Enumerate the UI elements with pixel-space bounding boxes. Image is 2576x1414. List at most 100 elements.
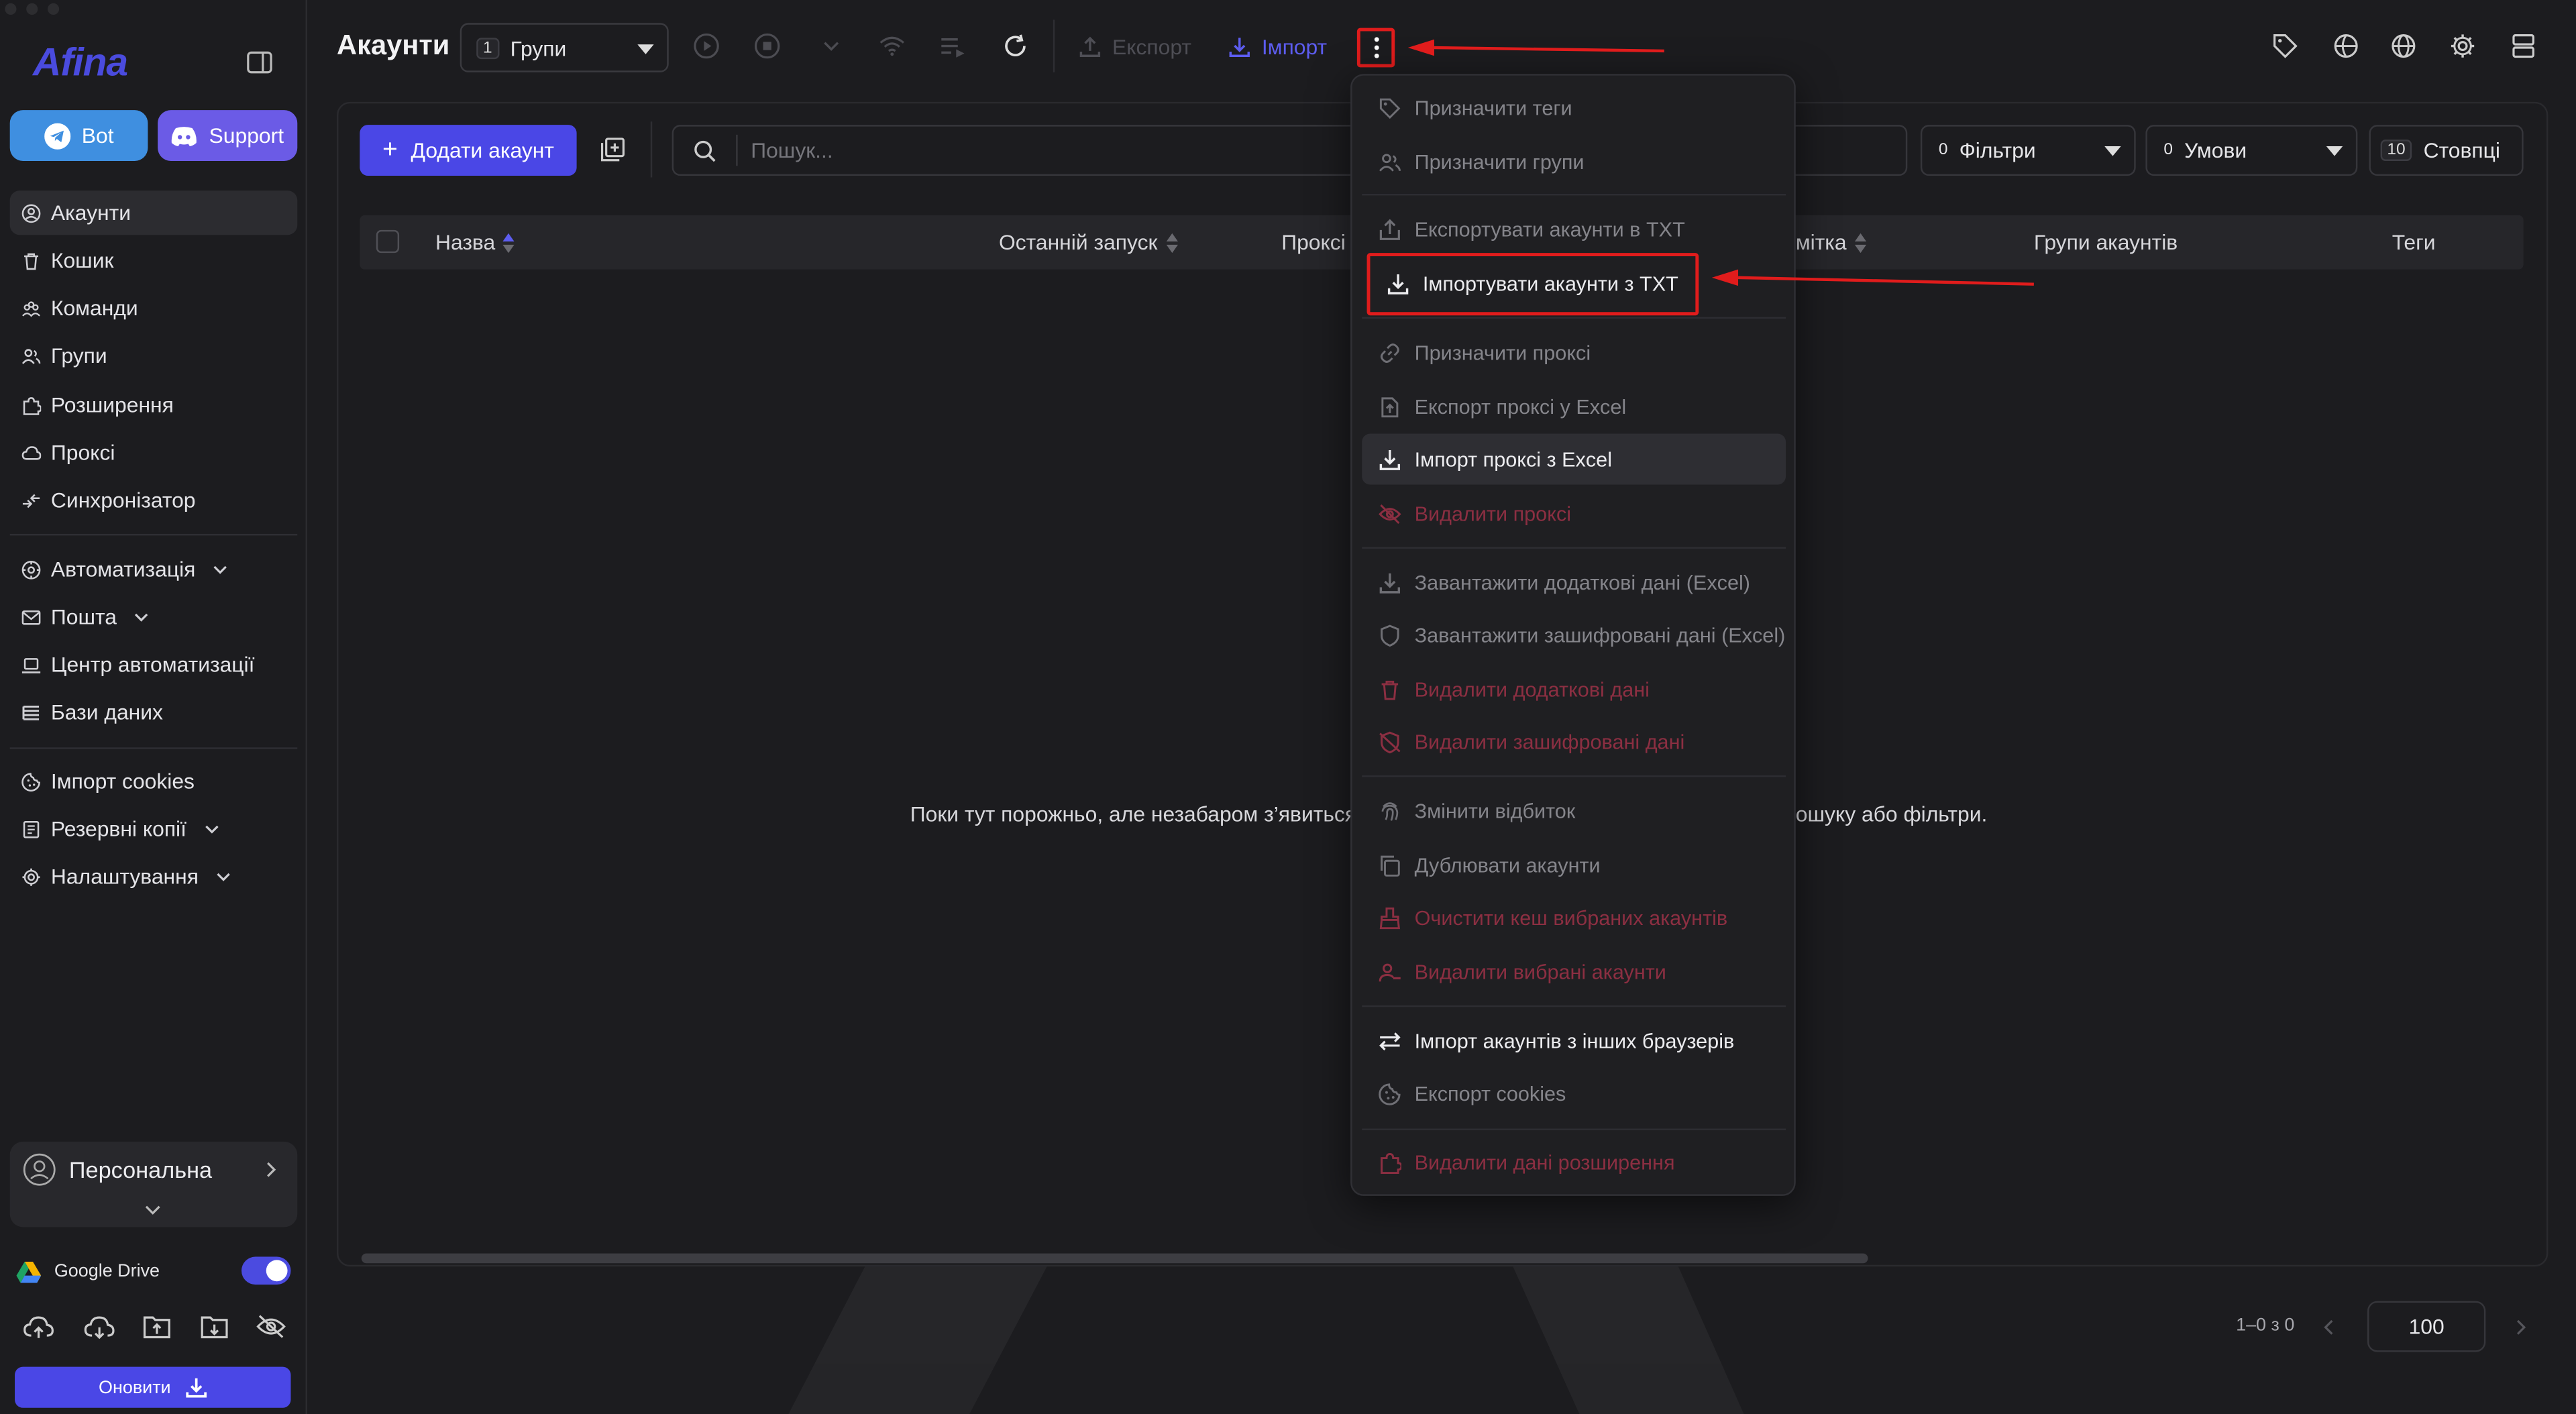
download-icon [1387, 274, 1409, 294]
sidebar-item-nav-3[interactable]: Групи [10, 333, 298, 378]
column-proxy-label: Проксі [1281, 229, 1346, 255]
sidebar-item-nav2-1[interactable]: Пошта [10, 595, 298, 639]
chevron-right-icon[interactable] [264, 1161, 278, 1177]
sidebar-item-nav-0[interactable]: Акаунти [9, 191, 298, 235]
window-controls[interactable] [5, 3, 60, 15]
menu-item-4[interactable]: Призначити проксі [1362, 327, 1786, 378]
column-name[interactable]: Назва [435, 230, 515, 255]
stop-icon[interactable] [754, 33, 780, 59]
update-button[interactable]: Оновити [15, 1366, 291, 1408]
menu-item-18[interactable]: Видалити дані розширення [1362, 1137, 1786, 1188]
import-button[interactable]: Імпорт [1229, 34, 1327, 59]
playlist-icon[interactable] [940, 33, 966, 59]
menu-item-11[interactable]: Видалити зашифровані дані [1362, 716, 1786, 767]
menu-item-17[interactable]: Експорт cookies [1362, 1068, 1786, 1119]
columns-select[interactable]: 10 Стовпці [2369, 125, 2524, 176]
sidebar-item-nav2-3[interactable]: Бази даних [10, 690, 298, 735]
horizontal-scrollbar[interactable] [361, 1253, 1868, 1264]
google-drive-sync: Google Drive [16, 1255, 295, 1288]
globe-icon[interactable] [2390, 33, 2416, 59]
menu-item-12[interactable]: Змінити відбиток [1362, 785, 1786, 836]
menu-item-3[interactable]: Імпортувати акаунти з TXT [1366, 253, 1699, 316]
sidebar-item-nav-5[interactable]: Проксі [10, 431, 298, 475]
google-drive-toggle[interactable] [241, 1256, 291, 1285]
layout-icon[interactable] [2510, 33, 2536, 59]
menu-item-14[interactable]: Очистити кеш вибраних акаунтів [1362, 892, 1786, 943]
more-actions-button[interactable] [1356, 28, 1395, 68]
cloud-upload-icon[interactable] [23, 1314, 54, 1340]
sidebar-item-nav2-0[interactable]: Автоматизація [10, 547, 298, 592]
sync-icon [22, 493, 40, 508]
menu-item-label: Експорт проксі у Excel [1414, 394, 1627, 419]
play-icon[interactable] [693, 33, 719, 59]
wifi-off-icon[interactable] [879, 33, 905, 59]
sort-asc-icon [503, 232, 515, 252]
download-icon [1379, 449, 1401, 470]
sidebar-item-nav-4[interactable]: Розширення [10, 383, 298, 427]
sidebar-item-label: Проксі [50, 440, 115, 466]
download-icon [186, 1378, 207, 1398]
page-size-input[interactable]: 100 [2367, 1301, 2486, 1352]
menu-item-label: Очистити кеш вибраних акаунтів [1414, 906, 1728, 929]
bot-label: Bot [81, 123, 114, 148]
column-proxy[interactable]: Проксі [1281, 230, 1346, 255]
menu-item-label: Завантажити додаткові дані (Excel) [1414, 571, 1750, 594]
folder-download-icon[interactable] [200, 1314, 228, 1339]
add-account-button[interactable]: + Додати акаунт [360, 125, 577, 176]
export-button[interactable]: Експорт [1079, 34, 1191, 59]
bulk-add-icon[interactable] [600, 136, 626, 162]
sidebar-item-nav3-2[interactable]: Налаштування [10, 854, 298, 898]
mail-icon [21, 609, 41, 624]
menu-divider [1362, 1005, 1786, 1008]
filters-select[interactable]: 0 Фільтри [1920, 125, 2136, 176]
column-tags[interactable]: Теги [2392, 230, 2436, 255]
eye-off-icon[interactable] [256, 1314, 286, 1339]
menu-item-label: Видалити дані розширення [1414, 1150, 1675, 1174]
menu-item-16[interactable]: Імпорт акаунтів з інших браузерів [1362, 1015, 1786, 1066]
chevron-down-icon[interactable] [818, 33, 845, 59]
cloud-download-icon[interactable] [83, 1314, 115, 1340]
toggle-sidebar-icon[interactable] [246, 51, 272, 74]
support-button[interactable]: Support [158, 110, 298, 162]
globe-sync-icon[interactable] [2333, 33, 2359, 59]
workspace-switcher[interactable]: Персональна [9, 1142, 298, 1228]
menu-item-5[interactable]: Експорт проксі у Excel [1362, 381, 1786, 432]
search-input[interactable]: Пошук... [751, 138, 833, 163]
filters-label: Фільтри [1959, 138, 2036, 163]
telegram-icon [44, 122, 70, 149]
menu-divider [1362, 1128, 1786, 1130]
menu-item-8[interactable]: Завантажити додаткові дані (Excel) [1362, 557, 1786, 608]
menu-item-15[interactable]: Видалити вибрані акаунти [1362, 946, 1786, 997]
sort-icon [1854, 232, 1867, 252]
column-last-launch[interactable]: Останній запуск [999, 230, 1177, 255]
sidebar-item-nav3-0[interactable]: Імпорт cookies [10, 759, 298, 803]
menu-item-10[interactable]: Видалити додаткові дані [1362, 663, 1786, 714]
menu-item-9[interactable]: Завантажити зашифровані дані (Excel) [1362, 610, 1786, 661]
refresh-icon[interactable] [1002, 33, 1028, 59]
groups-select[interactable]: 1 Групи [460, 23, 669, 72]
menu-item-6[interactable]: Імпорт проксі з Excel [1362, 433, 1786, 485]
menu-item-7[interactable]: Видалити проксі [1362, 488, 1786, 539]
sidebar-item-nav3-1[interactable]: Резервні копії [10, 806, 298, 851]
sidebar-item-nav-2[interactable]: Команди [10, 286, 298, 330]
update-label: Оновити [99, 1377, 171, 1397]
tag-icon[interactable] [2272, 33, 2298, 59]
sidebar-item-nav-6[interactable]: Синхронізатор [10, 478, 298, 523]
sidebar-item-nav-1[interactable]: Кошик [10, 238, 298, 282]
prev-page-icon[interactable] [2323, 1319, 2334, 1336]
menu-item-13[interactable]: Дублювати акаунти [1362, 839, 1786, 890]
select-all-checkbox[interactable] [376, 229, 400, 254]
menu-item-label: Видалити вибрані акаунти [1414, 960, 1666, 983]
conditions-select[interactable]: 0 Умови [2145, 125, 2358, 176]
chevron-down-icon[interactable] [145, 1204, 161, 1215]
sidebar-item-nav2-2[interactable]: Центр автоматизації [10, 643, 298, 687]
folder-upload-icon[interactable] [143, 1314, 171, 1339]
menu-item-1[interactable]: Призначити групи [1362, 136, 1786, 187]
column-notes[interactable]: мітка [1796, 230, 1867, 255]
bot-button[interactable]: Bot [9, 110, 148, 162]
next-page-icon[interactable] [2515, 1319, 2526, 1336]
menu-item-0[interactable]: Призначити теги [1362, 82, 1786, 133]
gear-icon[interactable] [2449, 33, 2475, 59]
column-account-groups[interactable]: Групи акаунтів [2034, 230, 2178, 255]
menu-item-2[interactable]: Експортувати акаунти в TXT [1362, 204, 1786, 255]
